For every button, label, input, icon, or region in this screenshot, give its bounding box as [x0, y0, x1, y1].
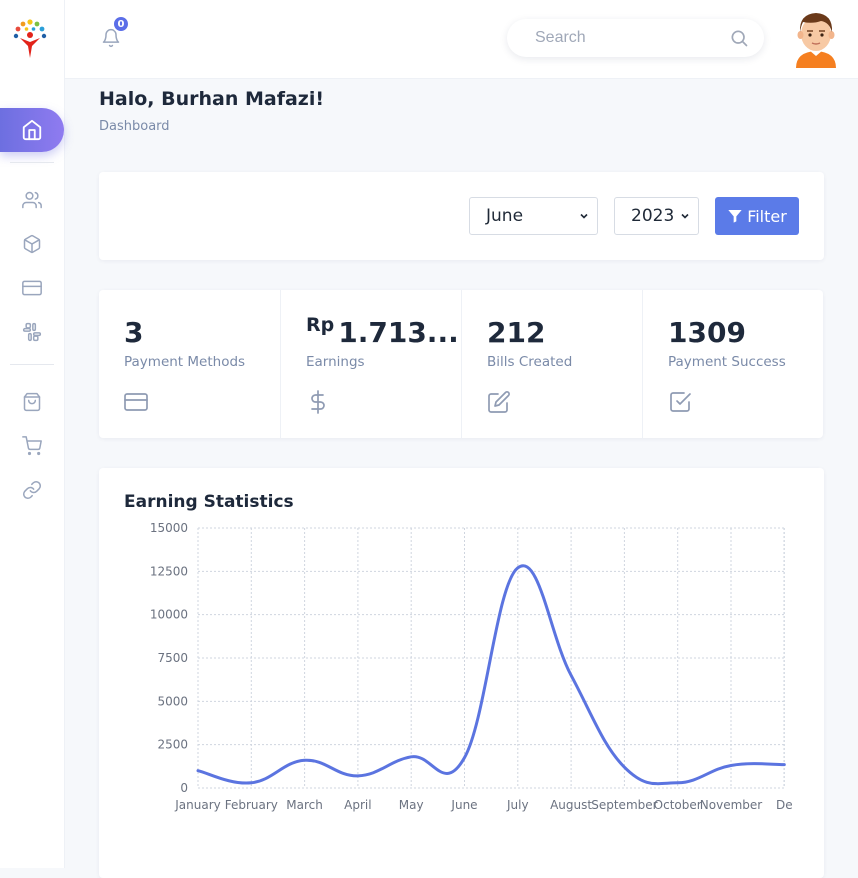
x-tick-label: January [174, 798, 221, 812]
check-square-icon [670, 392, 691, 412]
sidebar-item-home[interactable] [0, 108, 64, 152]
x-tick-label: May [399, 798, 424, 812]
x-tick-label: October [654, 798, 702, 812]
currency-prefix: Rp [306, 314, 335, 336]
stat-bills-created: 212 Bills Created [462, 290, 642, 438]
chevron-down-icon [580, 213, 588, 219]
logo[interactable] [6, 16, 54, 64]
x-tick-label: July [506, 798, 529, 812]
stat-value-number: 1.713... [338, 316, 459, 349]
users-icon [22, 191, 42, 209]
credit-card-icon [22, 280, 42, 296]
credit-card-icon [124, 393, 148, 411]
link-icon [22, 480, 42, 500]
y-tick-label: 7500 [157, 651, 188, 665]
topbar: 0 [65, 0, 858, 79]
x-tick-label: June [450, 798, 477, 812]
earning-statistics-chart: 15000 12500 10000 7500 5000 2500 0 January Febru… [150, 521, 793, 812]
y-tick-label: 10000 [150, 608, 188, 622]
stat-earnings: Rp 1.713... Earnings [281, 290, 461, 438]
filter-button-label: Filter [747, 206, 787, 226]
sidebar-item-cart[interactable] [18, 432, 46, 460]
x-tick-label: August [550, 798, 592, 812]
sidebar-item-products[interactable] [18, 230, 46, 258]
stat-label: Bills Created [487, 354, 573, 370]
stat-value: 1309 [668, 316, 746, 349]
search-box [507, 19, 764, 57]
x-tick-label: September [591, 798, 657, 812]
chevron-down-icon [681, 213, 689, 219]
sidebar-item-integrations[interactable] [18, 318, 46, 346]
filter-icon [728, 210, 742, 223]
sidebar-item-orders[interactable] [18, 388, 46, 416]
year-select[interactable]: 2023 [614, 197, 699, 235]
sidebar-divider [10, 364, 54, 365]
y-tick-label: 0 [180, 781, 188, 795]
sidebar-item-payments[interactable] [18, 274, 46, 302]
stat-label: Payment Success [668, 354, 786, 370]
shopping-bag-icon [23, 392, 41, 412]
stat-payment-success: 1309 Payment Success [643, 290, 823, 438]
y-tick-label: 5000 [157, 694, 188, 708]
breadcrumb: Dashboard [99, 119, 170, 134]
x-tick-label: February [225, 798, 278, 812]
x-tick-label: De [776, 798, 793, 812]
month-select[interactable]: June [469, 197, 598, 235]
sidebar-item-users[interactable] [18, 186, 46, 214]
stat-value: 3 [124, 316, 144, 349]
notification-badge: 0 [112, 15, 130, 33]
y-tick-label: 15000 [150, 521, 188, 535]
year-select-value: 2023 [631, 206, 675, 226]
stat-value: Rp 1.713... [306, 314, 459, 349]
stat-label: Payment Methods [124, 354, 246, 370]
month-select-value: June [486, 206, 524, 226]
stat-label: Earnings [306, 354, 365, 370]
stat-value: 212 [487, 316, 546, 349]
y-tick-label: 12500 [150, 564, 188, 578]
sidebar-divider [10, 162, 54, 163]
series-line [196, 564, 786, 786]
search-input[interactable] [525, 19, 715, 57]
avatar[interactable] [791, 8, 841, 68]
stat-payment-methods: 3 Payment Methods [99, 290, 280, 438]
sidebar [0, 0, 65, 868]
x-tick-label: November [700, 798, 762, 812]
dollar-icon [311, 390, 325, 414]
cart-icon [22, 436, 42, 456]
edit-icon [488, 391, 510, 413]
y-tick-label: 2500 [157, 738, 188, 752]
page-title: Halo, Burhan Mafazi! [99, 88, 325, 110]
home-icon [22, 119, 42, 141]
box-icon [23, 234, 41, 254]
x-tick-label: April [344, 798, 371, 812]
filter-button[interactable]: Filter [715, 197, 799, 235]
slack-icon [22, 322, 42, 342]
search-icon[interactable] [729, 28, 749, 48]
sidebar-item-links[interactable] [18, 476, 46, 504]
x-tick-label: March [286, 798, 323, 812]
